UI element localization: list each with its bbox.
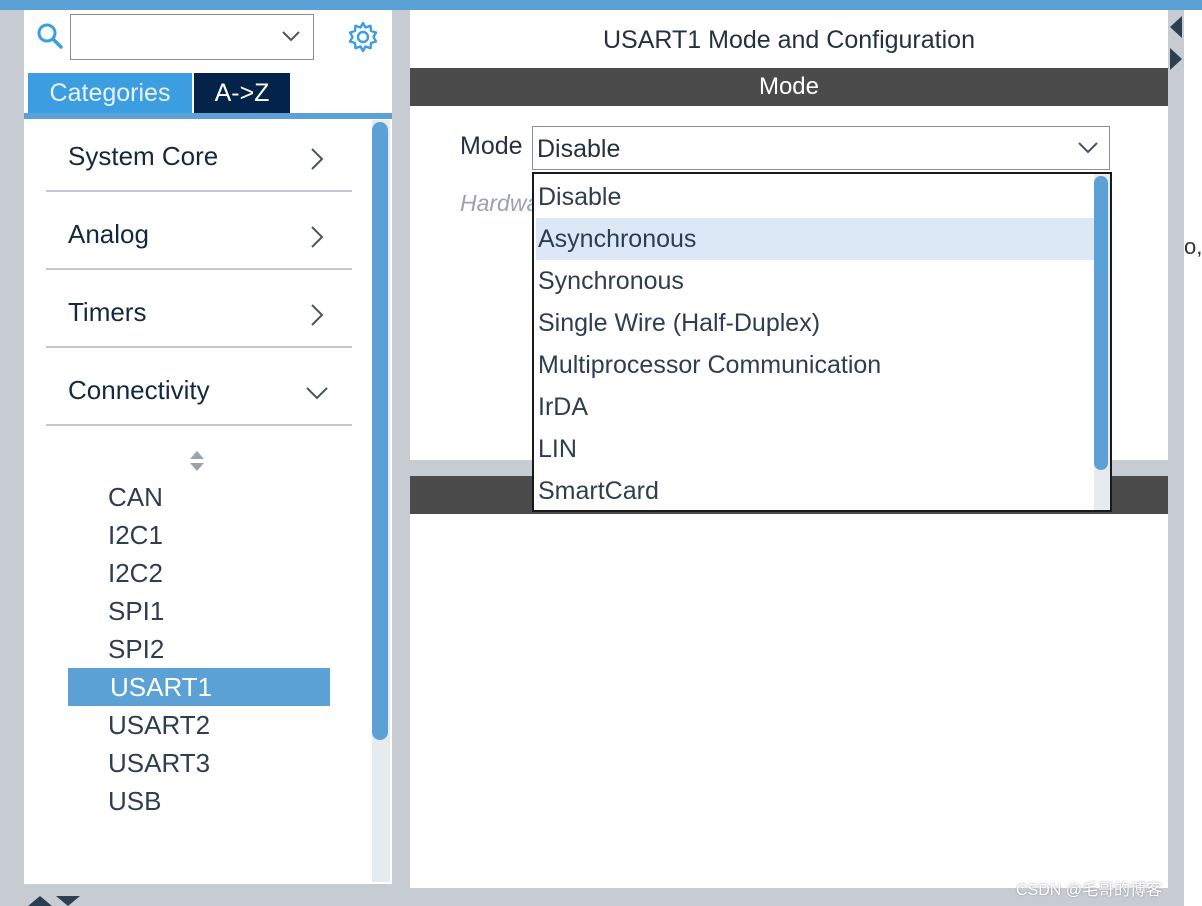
hardware-flow-control-label: Hardware Flow Control (RS232) — [460, 190, 536, 216]
peripheral-item[interactable]: I2C2 — [108, 554, 163, 592]
mode-option[interactable]: Multiprocessor Communication — [536, 344, 1096, 386]
mode-dropdown-list: Disable Asynchronous Synchronous Single … — [532, 172, 1112, 512]
chevron-down-icon — [306, 387, 328, 400]
parameter-panel — [410, 476, 1168, 888]
collapse-panel-icon[interactable] — [1168, 14, 1184, 74]
search-input[interactable] — [70, 14, 314, 60]
watermark: CSDN @毛哥的博客 — [1016, 882, 1163, 899]
chevron-right-icon — [311, 304, 324, 326]
category-label: System Core — [68, 141, 219, 171]
collapse-arrows-icon[interactable] — [26, 890, 86, 906]
mode-option[interactable]: Single Wire (Half-Duplex) — [536, 302, 1096, 344]
category-timers[interactable]: Timers — [46, 278, 352, 348]
peripheral-item[interactable]: CAN — [108, 478, 163, 516]
chevron-down-icon — [1078, 142, 1098, 154]
category-label: Analog — [68, 219, 149, 249]
mode-option[interactable]: Synchronous — [536, 260, 1096, 302]
category-label: Connectivity — [68, 375, 210, 405]
mode-label: Mode — [460, 132, 523, 160]
cropped-text: o, — [1184, 234, 1202, 259]
category-connectivity[interactable]: Connectivity — [46, 356, 352, 426]
mode-section-header: Mode — [410, 68, 1168, 106]
category-system-core[interactable]: System Core — [46, 122, 352, 192]
peripheral-item[interactable]: SPI1 — [108, 592, 164, 630]
mode-option[interactable]: SmartCard — [536, 470, 1096, 512]
peripheral-item[interactable]: I2C1 — [108, 516, 163, 554]
chevron-right-icon — [311, 148, 324, 170]
chevron-down-icon — [282, 31, 300, 42]
sort-icon[interactable] — [186, 448, 208, 474]
adjacent-panel — [1184, 10, 1202, 906]
mode-option[interactable]: Disable — [536, 176, 1096, 218]
mode-select[interactable]: Disable — [532, 126, 1110, 170]
category-label: Timers — [68, 297, 147, 327]
peripheral-item-selected[interactable]: USART1 — [110, 668, 212, 706]
search-icon[interactable] — [36, 22, 64, 50]
peripheral-item[interactable]: USART2 — [108, 706, 210, 744]
peripheral-item[interactable]: USART3 — [108, 744, 210, 782]
mode-option[interactable]: LIN — [536, 428, 1096, 470]
peripheral-item[interactable]: USB — [108, 782, 161, 820]
category-analog[interactable]: Analog — [46, 200, 352, 270]
panel-title: USART1 Mode and Configuration — [603, 26, 975, 54]
left-scrollbar-thumb[interactable] — [372, 122, 388, 740]
top-accent-strip — [0, 0, 1202, 10]
mode-option-hovered[interactable]: Asynchronous — [536, 218, 1096, 260]
mode-option[interactable]: IrDA — [536, 386, 1096, 428]
tab-underline — [24, 113, 392, 119]
tab-a-z[interactable]: A->Z — [194, 73, 290, 113]
right-gutter — [1168, 10, 1184, 906]
dropdown-scrollbar-thumb[interactable] — [1094, 176, 1108, 470]
tab-categories[interactable]: Categories — [28, 73, 192, 113]
chevron-right-icon — [311, 226, 324, 248]
gear-icon[interactable] — [346, 20, 380, 54]
peripheral-item[interactable]: SPI2 — [108, 630, 164, 668]
mode-select-value: Disable — [537, 135, 621, 163]
